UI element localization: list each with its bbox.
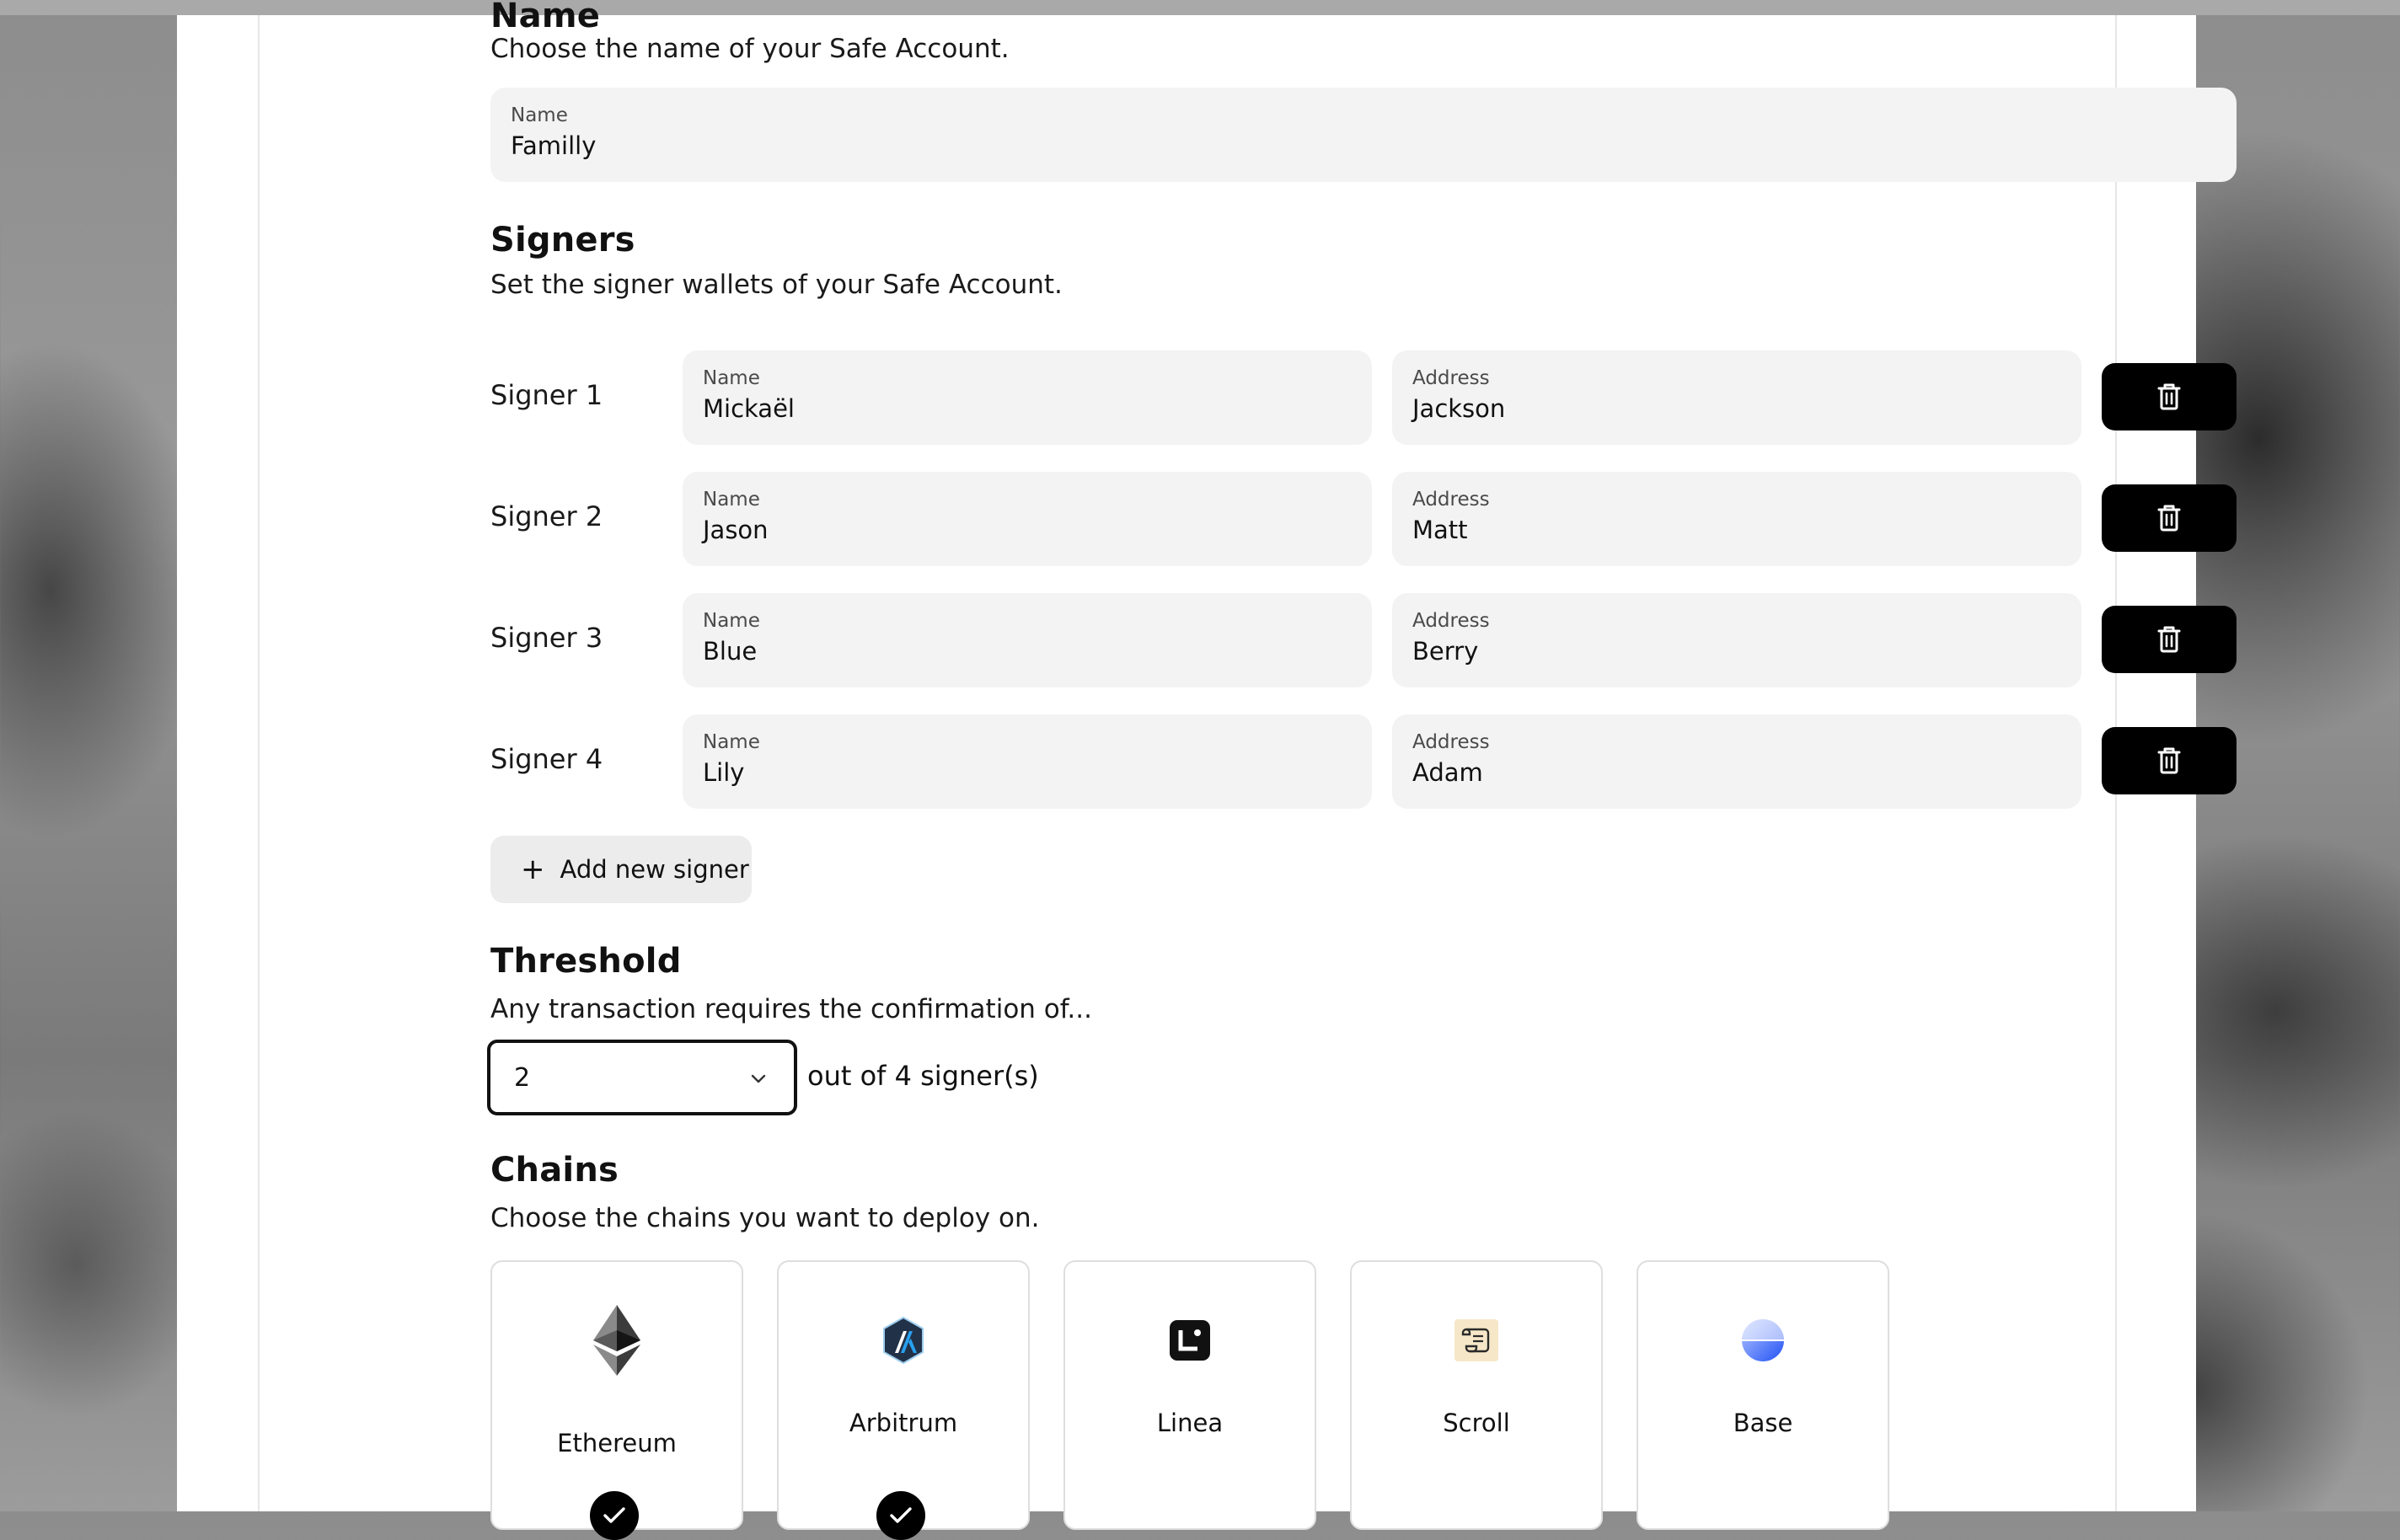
base-icon xyxy=(1725,1302,1801,1378)
ethereum-icon xyxy=(579,1302,655,1378)
chain-name: Linea xyxy=(1156,1409,1224,1437)
signer-address-field[interactable]: Address Adam xyxy=(1392,714,2081,809)
signer-name-field[interactable]: Name Mickaël xyxy=(683,350,1372,445)
chain-card-base[interactable]: Base xyxy=(1637,1260,1889,1530)
chain-name: Ethereum xyxy=(557,1429,677,1457)
delete-signer-button[interactable] xyxy=(2102,727,2237,794)
chain-card-scroll[interactable]: Scroll xyxy=(1350,1260,1603,1530)
signer-label: Signer 4 xyxy=(490,743,603,775)
trash-icon xyxy=(2157,505,2181,532)
signer-label: Signer 1 xyxy=(490,379,603,411)
page-panel: Name Choose the name of your Safe Accoun… xyxy=(177,0,2237,1540)
trash-icon xyxy=(2157,747,2181,774)
signer-address-field-label: Address xyxy=(1412,367,1490,389)
chain-name: Scroll xyxy=(1443,1409,1510,1437)
safe-name-field[interactable]: Name Familly xyxy=(490,88,2237,182)
signer-name-field-label: Name xyxy=(703,731,760,753)
check-icon xyxy=(876,1491,925,1540)
browser-top-bar xyxy=(0,0,2400,15)
signer-name-field[interactable]: Name Jason xyxy=(683,472,1372,566)
delete-signer-button[interactable] xyxy=(2102,606,2237,673)
check-icon xyxy=(590,1491,639,1540)
chains-heading: Chains xyxy=(490,1151,619,1190)
arbitrum-icon xyxy=(865,1302,941,1378)
threshold-select[interactable]: 2 xyxy=(487,1040,797,1115)
signer-name-field[interactable]: Name Blue xyxy=(683,593,1372,687)
trash-icon xyxy=(2157,383,2181,410)
chains-subtitle: Choose the chains you want to deploy on. xyxy=(490,1203,1040,1233)
signer-address-field-value: Adam xyxy=(1412,758,1483,787)
signer-label: Signer 2 xyxy=(490,500,603,532)
signer-address-field-value: Matt xyxy=(1412,516,1468,544)
chain-name: Base xyxy=(1733,1409,1793,1437)
scroll-icon xyxy=(1438,1302,1514,1378)
signer-address-field[interactable]: Address Matt xyxy=(1392,472,2081,566)
trash-icon xyxy=(2157,626,2181,653)
chain-card-linea[interactable]: Linea xyxy=(1063,1260,1316,1530)
name-heading: Name xyxy=(490,0,601,35)
chain-card-ethereum[interactable]: Ethereum xyxy=(490,1260,743,1530)
signer-name-field-value: Jason xyxy=(703,516,769,544)
chain-name: Arbitrum xyxy=(849,1409,958,1437)
signer-label: Signer 3 xyxy=(490,622,603,654)
chain-card-arbitrum[interactable]: Arbitrum xyxy=(777,1260,1030,1530)
threshold-select-value: 2 xyxy=(514,1063,531,1093)
signers-subtitle: Set the signer wallets of your Safe Acco… xyxy=(490,270,1063,300)
chevron-down-icon xyxy=(751,1074,766,1083)
threshold-heading: Threshold xyxy=(490,942,682,981)
safe-name-field-label: Name xyxy=(511,104,568,126)
signer-name-field-value: Mickaël xyxy=(703,394,795,423)
safe-name-field-value: Familly xyxy=(511,131,597,160)
name-subtitle: Choose the name of your Safe Account. xyxy=(490,34,1010,64)
plus-icon: + xyxy=(521,853,545,886)
signer-address-field-label: Address xyxy=(1412,731,1490,753)
signer-address-field[interactable]: Address Jackson xyxy=(1392,350,2081,445)
signer-name-field[interactable]: Name Lily xyxy=(683,714,1372,809)
signer-address-field-label: Address xyxy=(1412,489,1490,511)
signer-name-field-label: Name xyxy=(703,367,760,389)
signer-address-field-value: Jackson xyxy=(1412,394,1506,423)
delete-signer-button[interactable] xyxy=(2102,484,2237,552)
signer-address-field[interactable]: Address Berry xyxy=(1392,593,2081,687)
add-new-signer-label: Add new signer xyxy=(560,855,749,884)
signer-name-field-value: Blue xyxy=(703,637,758,666)
threshold-subtitle: Any transaction requires the confirmatio… xyxy=(490,994,1092,1024)
add-new-signer-button[interactable]: + Add new signer xyxy=(490,836,752,903)
signer-name-field-label: Name xyxy=(703,610,760,632)
signer-name-field-label: Name xyxy=(703,489,760,511)
signer-address-field-value: Berry xyxy=(1412,637,1479,666)
linea-icon xyxy=(1152,1302,1228,1378)
signer-address-field-label: Address xyxy=(1412,610,1490,632)
signers-heading: Signers xyxy=(490,221,635,259)
delete-signer-button[interactable] xyxy=(2102,363,2237,430)
signer-name-field-value: Lily xyxy=(703,758,745,787)
threshold-suffix: out of 4 signer(s) xyxy=(807,1060,1039,1092)
